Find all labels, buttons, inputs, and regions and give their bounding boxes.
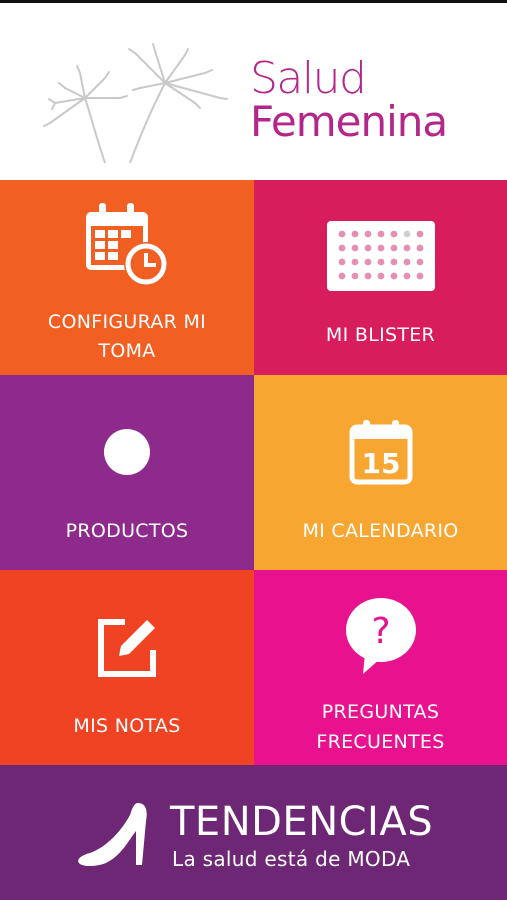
- blister-pill-dot: [338, 258, 345, 266]
- question-bubble-icon: ?: [345, 598, 416, 674]
- blister-pill-dot: [390, 230, 397, 238]
- logo-line-2: Femenina: [250, 97, 448, 146]
- mis-notas-label: MIS NOTAS: [73, 715, 181, 737]
- blister-pill-dot: [377, 258, 384, 266]
- app-logo: Salud Femenina: [250, 53, 448, 146]
- blister-pill-dot: [351, 258, 358, 266]
- blister-pill-dot: [416, 258, 423, 266]
- blister-pill-dot: [377, 230, 384, 238]
- mi-calendario-tile[interactable]: 15 MI CALENDARIO: [254, 375, 507, 570]
- blister-pill-dot: [364, 230, 371, 238]
- blister-pill-dot: [351, 272, 358, 280]
- circle-icon: [104, 429, 150, 475]
- blister-pill-dot: [377, 244, 384, 252]
- tendencias-title: TENDENCIAS: [170, 799, 434, 845]
- blister-pill-dot: [403, 272, 410, 280]
- blister-pill-dot: [338, 272, 345, 280]
- blister-pill-dot: [338, 244, 345, 252]
- blister-pack-icon: [326, 221, 435, 291]
- blister-pill-dot: [390, 272, 397, 280]
- preguntas-label-line2: FRECUENTES: [316, 731, 445, 753]
- blister-pill-dot: [377, 272, 384, 280]
- configurar-mi-toma-tile[interactable]: CONFIGURAR MI TOMA: [0, 180, 254, 375]
- blister-pill-dot: [364, 258, 371, 266]
- mis-notas-tile[interactable]: MIS NOTAS: [0, 570, 254, 765]
- preguntas-label-line1: PREGUNTAS: [321, 701, 440, 723]
- blister-pill-dot: [403, 258, 410, 266]
- mi-calendario-label: MI CALENDARIO: [302, 520, 459, 542]
- productos-label: PRODUCTOS: [65, 520, 189, 542]
- preguntas-frecuentes-tile[interactable]: ? PREGUNTAS FRECUENTES: [254, 570, 507, 765]
- productos-tile[interactable]: PRODUCTOS: [0, 375, 254, 570]
- blister-pill-dot: [364, 244, 371, 252]
- mi-blister-label: MI BLISTER: [325, 324, 436, 346]
- calendar-day-number: 15: [361, 447, 400, 480]
- blister-pill-dot: [390, 258, 397, 266]
- tendencias-subtitle: La salud está de MODA: [172, 847, 411, 871]
- dandelion-illustration: [43, 43, 228, 163]
- blister-pill-dot: [403, 244, 410, 252]
- calendar-clock-icon: [86, 203, 168, 286]
- blister-pill-dot: [351, 244, 358, 252]
- edit-note-icon: [98, 619, 156, 677]
- blister-pill-dot: [403, 230, 410, 238]
- blister-pill-dot: [416, 244, 423, 252]
- app-header: Salud Femenina: [0, 3, 507, 180]
- tendencias-banner[interactable]: TENDENCIAS La salud está de MODA: [0, 765, 507, 900]
- high-heel-shoe-icon: [78, 803, 147, 866]
- configurar-label-line1: CONFIGURAR MI: [47, 311, 207, 333]
- blister-pill-dot: [364, 272, 371, 280]
- blister-pill-dot: [338, 230, 345, 238]
- configurar-label-line2: TOMA: [98, 340, 156, 362]
- blister-pill-dot: [416, 230, 423, 238]
- blister-pill-dot: [390, 244, 397, 252]
- mi-blister-tile[interactable]: MI BLISTER: [254, 180, 507, 375]
- blister-pill-dot: [416, 272, 423, 280]
- logo-line-1: Salud: [250, 53, 367, 104]
- blister-pill-dot: [351, 230, 358, 238]
- question-mark: ?: [371, 611, 390, 652]
- calendar-15-icon: 15: [349, 420, 412, 485]
